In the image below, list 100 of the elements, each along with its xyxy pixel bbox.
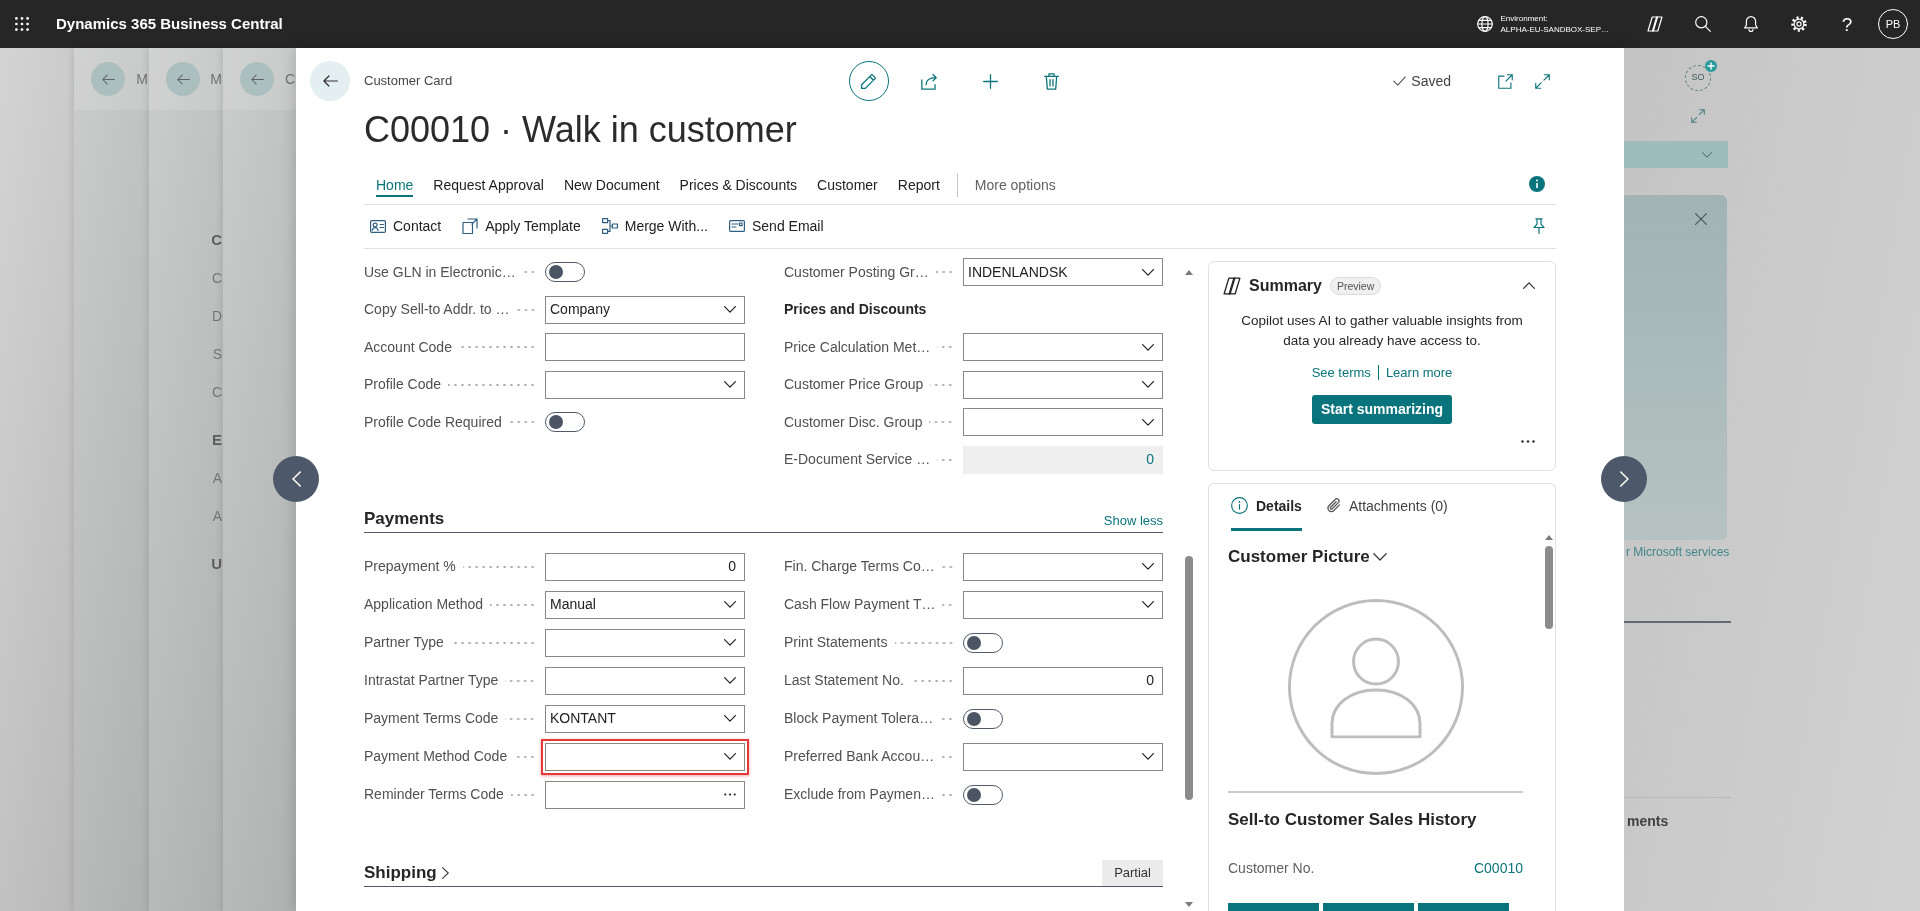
dropdown-field[interactable]: INDENLANDSK	[963, 258, 1163, 287]
more-options-button[interactable]: More options	[974, 175, 1056, 198]
field-label: Exclude from Paymen…	[784, 785, 935, 805]
field-label: Profile Code	[364, 375, 442, 395]
pencil-icon	[860, 72, 877, 90]
info-icon[interactable]	[1529, 175, 1545, 192]
app-title[interactable]: Dynamics 365 Business Central	[56, 12, 283, 36]
field-label-fragment: C	[211, 269, 222, 288]
chevron-right-icon[interactable]	[441, 866, 449, 879]
toggle-switch[interactable]	[545, 262, 585, 283]
toggle-switch[interactable]	[963, 632, 1003, 653]
action-tab[interactable]: Home	[376, 175, 414, 198]
close-icon[interactable]	[1695, 213, 1707, 225]
field-label: Customer Posting Gr…	[784, 262, 929, 282]
field-label: Copy Sell-to Addr. to …	[364, 300, 510, 320]
caret-icon	[724, 753, 736, 761]
action-tab[interactable]: Report	[897, 175, 940, 198]
back-button[interactable]	[166, 62, 200, 96]
scroll-up-icon[interactable]	[1545, 534, 1553, 540]
dropdown-field[interactable]: Manual	[545, 590, 745, 619]
field-label: Profile Code Required	[364, 412, 502, 432]
summary-text: Copilot uses AI to gather valuable insights from data you already have access to.	[1240, 311, 1524, 350]
section-title[interactable]: Payments	[364, 507, 445, 530]
back-arrow-icon	[250, 73, 264, 85]
expand-icon[interactable]	[1691, 109, 1705, 123]
factbox-tab[interactable]: Details	[1231, 493, 1302, 531]
field-value-link[interactable]: C00010	[1473, 857, 1523, 878]
input-field[interactable]: 0	[963, 666, 1163, 695]
back-arrow-icon	[176, 73, 190, 85]
chevron-up-icon[interactable]	[1523, 282, 1535, 290]
command-button[interactable]: Send Email	[728, 215, 824, 237]
ellipsis-icon[interactable]	[724, 793, 736, 797]
caret-icon	[1142, 753, 1154, 761]
back-button[interactable]	[91, 62, 125, 96]
dropdown-field[interactable]	[545, 370, 745, 399]
command-button[interactable]: Apply Template	[462, 215, 581, 237]
show-less-link[interactable]: Show less	[1103, 511, 1163, 530]
chevron-down-icon[interactable]	[1702, 151, 1712, 158]
field-label-fragment: S	[212, 345, 222, 364]
paperclip-icon	[1325, 497, 1341, 515]
back-button[interactable]	[310, 61, 350, 101]
input-field[interactable]: 0	[545, 552, 745, 581]
help-button[interactable]: ?	[1823, 0, 1871, 48]
start-summarizing-button[interactable]: Start summarizing	[1312, 394, 1452, 424]
scrollbar-thumb[interactable]	[1545, 545, 1553, 629]
field-label: Price Calculation Met…	[784, 337, 931, 357]
caret-icon	[724, 601, 736, 609]
dropdown-field[interactable]	[545, 666, 745, 695]
dropdown-field[interactable]	[963, 370, 1163, 399]
open-in-new-window-icon	[1497, 73, 1513, 89]
action-tab[interactable]: New Document	[563, 175, 660, 198]
dropdown-field[interactable]	[545, 628, 745, 657]
caret-icon	[1142, 343, 1154, 351]
scrollbar-thumb[interactable]	[1185, 555, 1193, 800]
command-button[interactable]: Contact	[370, 215, 442, 237]
action-tab[interactable]: Request Approval	[433, 175, 544, 198]
info-icon	[1231, 497, 1248, 515]
action-tab[interactable]: Prices & Discounts	[679, 175, 798, 198]
dropdown-field[interactable]: KONTANT	[545, 704, 745, 733]
scroll-up-icon[interactable]	[1185, 269, 1193, 275]
scroll-down-icon[interactable]	[1185, 902, 1193, 907]
input-field[interactable]	[545, 333, 745, 362]
caret-icon	[724, 639, 736, 647]
field-label: Customer Disc. Group	[784, 412, 923, 432]
section-title[interactable]: Shipping	[364, 861, 437, 884]
caret-icon	[1142, 418, 1154, 426]
dropdown-field[interactable]	[963, 552, 1163, 581]
section-title[interactable]: Customer Picture	[1228, 545, 1387, 568]
caret-icon	[724, 677, 736, 685]
environment-name[interactable]: ALPHA-EU-SANDBOX-SEP…	[1500, 24, 1609, 35]
page-title-fragment: M	[210, 69, 222, 89]
back-arrow-icon	[322, 75, 338, 87]
caret-icon	[724, 306, 736, 314]
dropdown-field[interactable]	[963, 333, 1163, 362]
field-label-fragment: A	[212, 469, 222, 488]
pin-icon[interactable]	[1532, 218, 1546, 235]
account-button[interactable]: PB	[1878, 9, 1908, 39]
dropdown-field[interactable]	[963, 742, 1163, 771]
summary-link[interactable]: Learn more	[1385, 362, 1453, 383]
action-tab[interactable]: Customer	[817, 175, 878, 198]
lookup-field[interactable]	[545, 780, 745, 809]
toggle-switch[interactable]	[545, 412, 585, 433]
more-options-icon[interactable]	[1521, 439, 1535, 443]
group-heading-fragment: E	[212, 430, 222, 450]
waffle-icon	[15, 17, 29, 31]
overlapping-shapes-icon	[1223, 276, 1241, 295]
plus-badge-icon[interactable]	[1705, 60, 1717, 72]
field-label: Payment Method Code	[364, 747, 508, 767]
factbox-tab[interactable]: Attachments (0)	[1325, 493, 1448, 531]
dropdown-field[interactable]	[963, 590, 1163, 619]
toggle-switch[interactable]	[963, 708, 1003, 729]
back-button[interactable]	[240, 62, 274, 96]
dropdown-field[interactable]: Company	[545, 295, 745, 324]
page-title-fragment: M	[136, 69, 148, 89]
dropdown-field[interactable]	[963, 408, 1163, 437]
summary-link[interactable]: See terms	[1311, 362, 1371, 383]
contact-card-icon	[370, 219, 386, 233]
breadcrumb: Customer Card	[364, 72, 453, 91]
command-button[interactable]: Merge With...	[601, 215, 708, 237]
toggle-switch[interactable]	[963, 784, 1003, 805]
